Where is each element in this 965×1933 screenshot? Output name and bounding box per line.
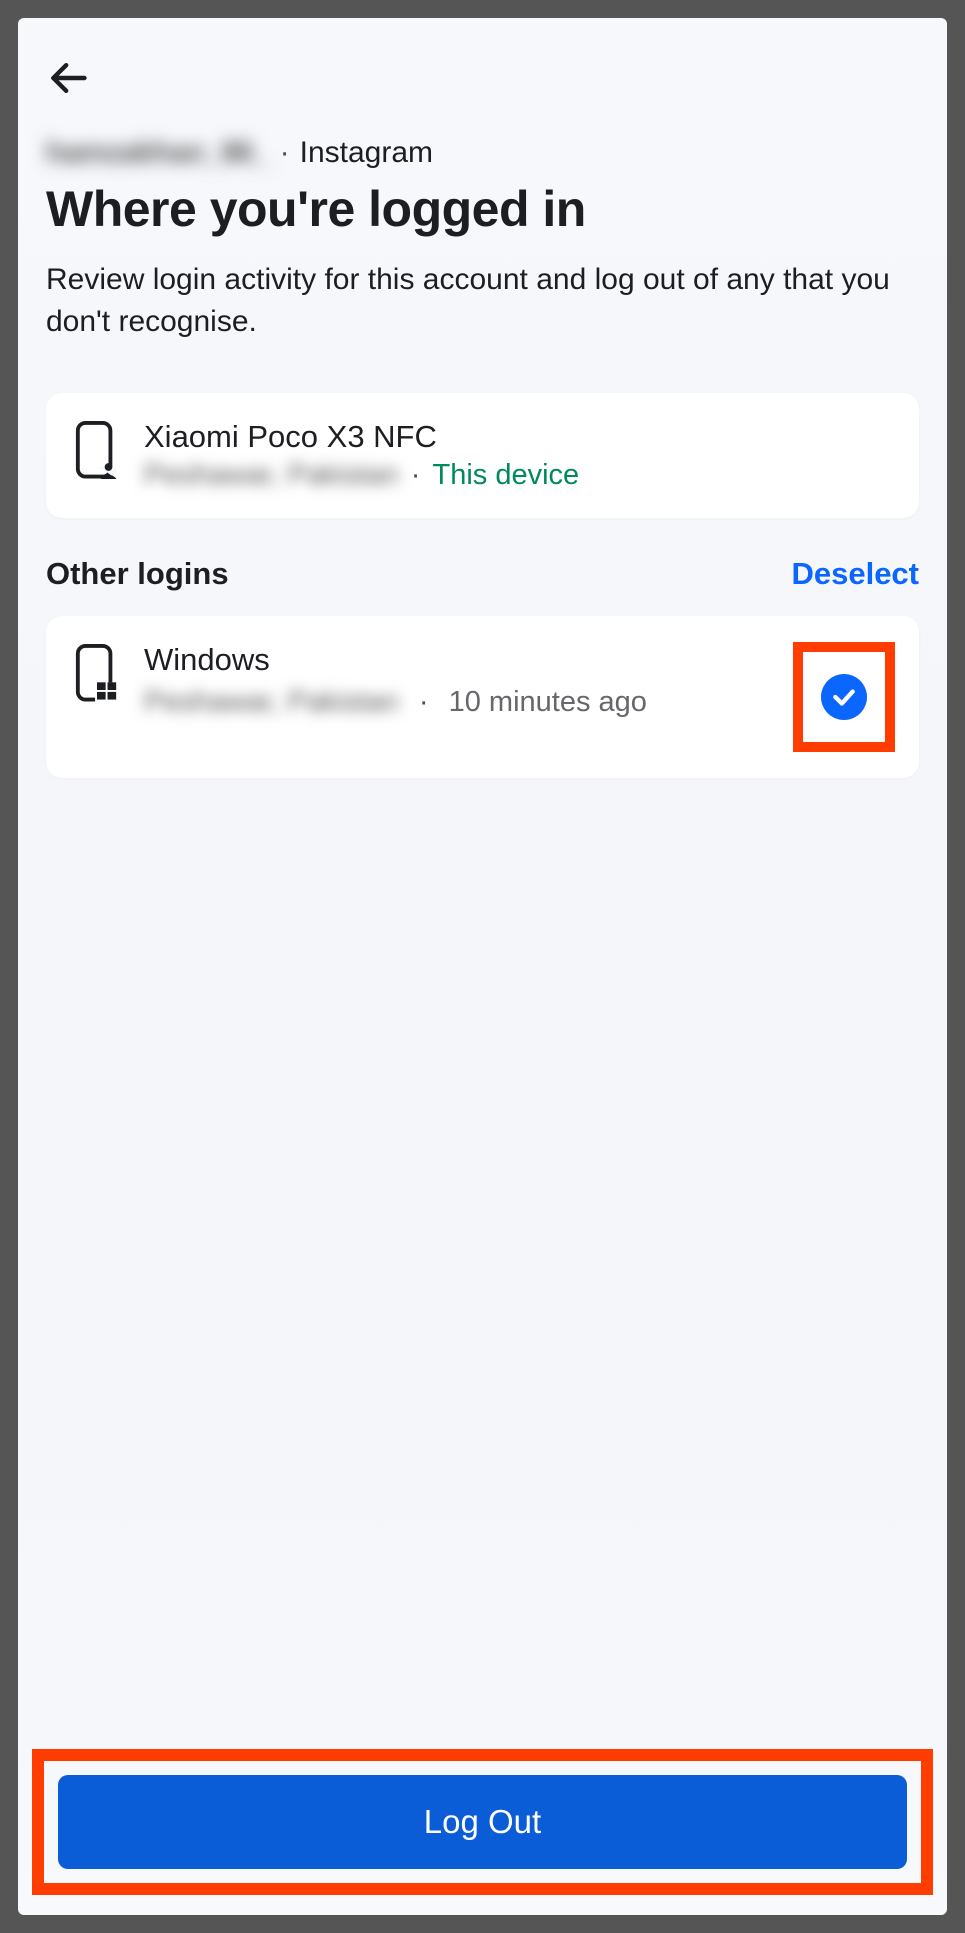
- current-device-body: Xiaomi Poco X3 NFC Peshawar, Pakistan · …: [144, 419, 891, 492]
- page-title: Where you're logged in: [46, 182, 919, 237]
- separator-dot: ·: [411, 686, 437, 718]
- header-section: hamzakhan_86_ · Instagram Where you're l…: [18, 118, 947, 373]
- other-logins-header: Other logins Deselect: [18, 518, 947, 610]
- this-device-badge: This device: [432, 459, 579, 492]
- top-bar: [18, 18, 947, 118]
- current-device-meta: Peshawar, Pakistan · This device: [144, 459, 891, 492]
- page-subtitle: Review login activity for this account a…: [46, 259, 919, 343]
- arrow-left-icon: [46, 56, 90, 100]
- login-device-name: Windows: [144, 642, 769, 678]
- separator-dot: ·: [280, 136, 290, 170]
- outer-frame: hamzakhan_86_ · Instagram Where you're l…: [0, 0, 965, 1933]
- phone-icon: [74, 421, 120, 473]
- highlight-checkbox: [793, 642, 895, 752]
- login-location: Peshawar, Pakistan: [144, 686, 399, 718]
- current-device-name: Xiaomi Poco X3 NFC: [144, 419, 891, 455]
- separator-dot: ·: [403, 459, 429, 492]
- login-body: Windows Peshawar, Pakistan · 10 minutes …: [144, 642, 769, 723]
- check-icon: [831, 684, 857, 710]
- current-device-location: Peshawar, Pakistan: [144, 459, 399, 492]
- screen: hamzakhan_86_ · Instagram Where you're l…: [18, 18, 947, 1915]
- back-button[interactable]: [46, 53, 96, 103]
- other-logins-title: Other logins: [46, 556, 229, 592]
- account-line: hamzakhan_86_ · Instagram: [46, 136, 919, 170]
- current-device-card[interactable]: Xiaomi Poco X3 NFC Peshawar, Pakistan · …: [46, 393, 919, 518]
- computer-icon: [74, 644, 120, 696]
- login-time: 10 minutes ago: [449, 686, 647, 718]
- selected-checkbox[interactable]: [821, 674, 867, 720]
- login-card[interactable]: Windows Peshawar, Pakistan · 10 minutes …: [46, 616, 919, 778]
- account-username: hamzakhan_86_: [46, 136, 270, 170]
- login-meta: Peshawar, Pakistan · 10 minutes ago: [144, 682, 769, 723]
- deselect-button[interactable]: Deselect: [791, 556, 919, 592]
- logout-button[interactable]: Log Out: [58, 1775, 907, 1869]
- account-platform: Instagram: [300, 136, 433, 170]
- bottom-area: Log Out: [32, 1749, 933, 1895]
- highlight-logout: Log Out: [32, 1749, 933, 1895]
